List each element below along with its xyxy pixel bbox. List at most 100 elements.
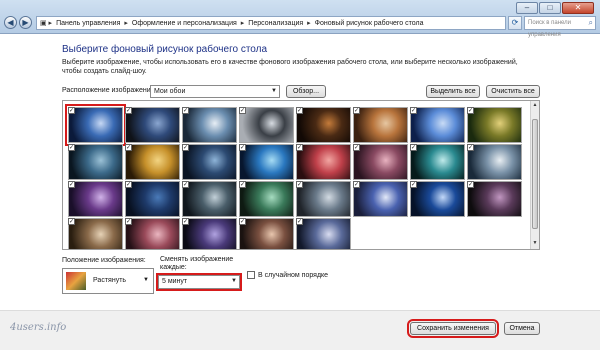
- wallpaper-thumbnail[interactable]: ✓: [239, 181, 294, 217]
- wallpaper-thumbnail[interactable]: ✓: [182, 181, 237, 217]
- wallpaper-thumbnail[interactable]: ✓: [68, 144, 123, 180]
- checkbox-icon[interactable]: ✓: [239, 181, 246, 188]
- breadcrumb-separator-icon: ▸: [240, 20, 245, 27]
- shuffle-label: В случайном порядке: [258, 271, 329, 279]
- clear-all-button[interactable]: Очистить все: [486, 85, 540, 98]
- forward-icon[interactable]: ▶: [19, 16, 32, 29]
- breadcrumb-item[interactable]: Фоновый рисунок рабочего стола: [315, 20, 424, 27]
- location-value: Мои обои: [154, 88, 186, 95]
- wallpaper-thumbnail[interactable]: ✓: [239, 144, 294, 180]
- position-select[interactable]: Растянуть ▼: [62, 268, 154, 294]
- refresh-icon[interactable]: ⟳: [508, 16, 522, 30]
- checkbox-icon[interactable]: ✓: [353, 144, 360, 151]
- checkbox-icon[interactable]: ✓: [68, 218, 75, 225]
- wallpaper-thumbnail[interactable]: ✓: [467, 107, 522, 143]
- checkbox-icon[interactable]: ✓: [410, 107, 417, 114]
- search-input[interactable]: Поиск в панели управления ⌕: [524, 16, 596, 38]
- wallpaper-thumbnail[interactable]: ✓: [296, 181, 351, 217]
- checkbox-icon[interactable]: ✓: [410, 181, 417, 188]
- wallpaper-thumbnail[interactable]: ✓: [239, 218, 294, 249]
- wallpaper-thumbnail[interactable]: ✓: [410, 181, 465, 217]
- search-icon: ⌕: [588, 18, 593, 27]
- checkbox-icon[interactable]: ✓: [125, 181, 132, 188]
- page-description: Выберите изображение, чтобы использовать…: [62, 59, 518, 75]
- checkbox-icon[interactable]: ✓: [296, 144, 303, 151]
- interval-select[interactable]: 5 минут ▼: [156, 273, 242, 291]
- wallpaper-thumbnail[interactable]: ✓: [125, 218, 180, 249]
- wallpaper-thumbnail[interactable]: ✓: [125, 107, 180, 143]
- checkbox-icon[interactable]: ✓: [296, 218, 303, 225]
- checkbox-icon[interactable]: ✓: [68, 144, 75, 151]
- wallpaper-thumbnail[interactable]: ✓: [239, 107, 294, 143]
- browse-button[interactable]: Обзор...: [286, 85, 326, 98]
- checkbox-icon[interactable]: ✓: [467, 181, 474, 188]
- wallpaper-thumbnail[interactable]: ✓: [65, 104, 126, 146]
- checkbox-icon[interactable]: ✓: [68, 181, 75, 188]
- title-bar: – □ ✕ ◀ ▶ ▣ ▸ Панель управления ▸ Оформл…: [0, 0, 600, 38]
- vertical-scrollbar[interactable]: ▲ ▼: [530, 101, 539, 249]
- breadcrumb-item[interactable]: Оформление и персонализация: [132, 20, 237, 27]
- checkbox-icon[interactable]: ✓: [353, 107, 360, 114]
- checkbox-icon[interactable]: ✓: [125, 218, 132, 225]
- maximize-button[interactable]: □: [539, 2, 561, 14]
- back-icon[interactable]: ◀: [4, 16, 17, 29]
- cancel-button[interactable]: Отмена: [504, 322, 540, 335]
- checkbox-icon[interactable]: ✓: [239, 107, 246, 114]
- breadcrumb-item[interactable]: Панель управления: [56, 20, 120, 27]
- scroll-thumb[interactable]: [532, 119, 538, 229]
- wallpaper-thumbnail[interactable]: ✓: [353, 107, 408, 143]
- checkbox-icon[interactable]: ✓: [239, 218, 246, 225]
- checkbox-icon[interactable]: ✓: [182, 144, 189, 151]
- checkbox-icon[interactable]: ✓: [239, 144, 246, 151]
- wallpaper-thumbnail[interactable]: ✓: [353, 181, 408, 217]
- wallpaper-thumbnail[interactable]: ✓: [125, 181, 180, 217]
- checkbox-icon[interactable]: ✓: [125, 144, 132, 151]
- wallpaper-thumbnail[interactable]: ✓: [182, 218, 237, 249]
- desktop-background-window: – □ ✕ ◀ ▶ ▣ ▸ Панель управления ▸ Оформл…: [0, 0, 600, 350]
- wallpaper-thumbnail[interactable]: ✓: [68, 218, 123, 249]
- nav-buttons: ◀ ▶: [4, 16, 32, 29]
- location-label: Расположение изображения:: [62, 87, 157, 94]
- checkbox-icon[interactable]: ✓: [182, 218, 189, 225]
- scroll-down-icon[interactable]: ▼: [531, 240, 539, 248]
- wallpaper-thumbnail[interactable]: ✓: [353, 144, 408, 180]
- save-changes-button[interactable]: Сохранить изменения: [407, 319, 499, 338]
- chevron-down-icon: ▼: [231, 278, 237, 284]
- minimize-button[interactable]: –: [516, 2, 538, 14]
- wallpaper-thumbnail[interactable]: ✓: [182, 144, 237, 180]
- address-bar[interactable]: ▣ ▸ Панель управления ▸ Оформление и пер…: [36, 16, 506, 30]
- checkbox-icon[interactable]: ✓: [182, 107, 189, 114]
- wallpaper-thumbnail[interactable]: ✓: [467, 181, 522, 217]
- chevron-down-icon: ▼: [271, 88, 277, 94]
- wallpaper-thumbnail[interactable]: ✓: [182, 107, 237, 143]
- page-title: Выберите фоновый рисунок рабочего стола: [62, 44, 268, 55]
- checkbox-icon[interactable]: ✓: [125, 107, 132, 114]
- wallpaper-thumbnail[interactable]: ✓: [296, 144, 351, 180]
- checkbox-icon[interactable]: ✓: [296, 107, 303, 114]
- wallpaper-thumbnail[interactable]: ✓: [467, 144, 522, 180]
- position-preview-icon: [66, 272, 86, 290]
- checkbox-icon[interactable]: ✓: [410, 144, 417, 151]
- wallpaper-thumbnail[interactable]: ✓: [410, 144, 465, 180]
- breadcrumb-item[interactable]: Персонализация: [248, 20, 303, 27]
- wallpaper-thumbnail[interactable]: ✓: [296, 218, 351, 249]
- watermark-logo: 4users.info: [10, 322, 67, 333]
- scroll-up-icon[interactable]: ▲: [531, 102, 539, 110]
- wallpaper-thumbnail[interactable]: ✓: [68, 181, 123, 217]
- interval-label: Сменять изображение каждые:: [160, 256, 234, 271]
- select-all-button[interactable]: Выделить все: [426, 85, 480, 98]
- shuffle-checkbox[interactable]: В случайном порядке: [247, 271, 328, 279]
- location-select[interactable]: Мои обои ▼: [150, 85, 280, 98]
- checkbox-icon[interactable]: ✓: [467, 144, 474, 151]
- checkbox-icon[interactable]: ✓: [296, 181, 303, 188]
- checkbox-icon[interactable]: ✓: [68, 107, 75, 114]
- checkbox-icon[interactable]: ✓: [353, 181, 360, 188]
- search-placeholder: Поиск в панели управления: [528, 20, 572, 38]
- wallpaper-thumbnail[interactable]: ✓: [410, 107, 465, 143]
- wallpaper-thumbnail[interactable]: ✓: [296, 107, 351, 143]
- checkbox-icon[interactable]: ✓: [467, 107, 474, 114]
- close-button[interactable]: ✕: [562, 2, 594, 14]
- wallpaper-thumbnail[interactable]: ✓: [125, 144, 180, 180]
- checkbox-icon[interactable]: ✓: [182, 181, 189, 188]
- checkbox-icon[interactable]: [247, 271, 255, 279]
